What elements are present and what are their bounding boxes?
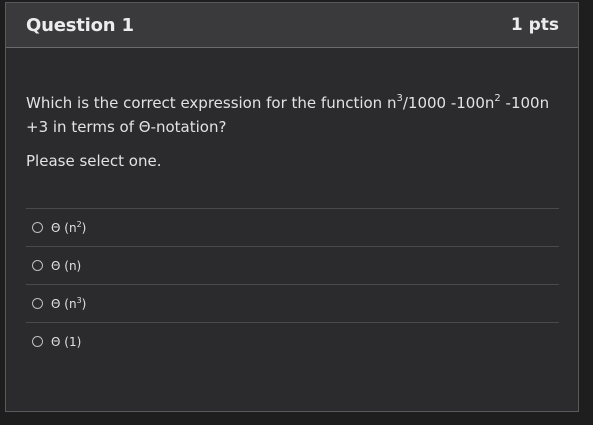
question-text: Which is the correct expression for the … [26, 91, 556, 139]
question-points: 1 pts [510, 15, 559, 35]
answer-text: (n) [60, 258, 82, 273]
answer-option[interactable]: Θ (n3) [26, 285, 559, 323]
question-text-part: /1000 -100n [402, 94, 495, 112]
question-exponent: 2 [494, 93, 501, 104]
answer-text: (n [60, 221, 77, 235]
answer-label[interactable]: Θ (n) [51, 259, 81, 273]
question-exponent: 3 [396, 93, 403, 104]
answer-text: ) [81, 297, 87, 311]
question-card: Question 1 1 pts Which is the correct ex… [5, 2, 579, 412]
answer-option[interactable]: Θ (n2) [26, 209, 559, 247]
answer-label[interactable]: Θ (n2) [51, 220, 86, 235]
answer-list: Θ (n2) Θ (n) Θ (n3) Θ (1) [26, 208, 559, 360]
radio-button[interactable] [32, 298, 43, 309]
instruction-text: Please select one. [26, 152, 162, 170]
answer-text: ) [81, 221, 87, 235]
radio-button[interactable] [32, 260, 43, 271]
answer-option[interactable]: Θ (n) [26, 247, 559, 285]
answer-label[interactable]: Θ (n3) [51, 296, 86, 311]
answer-option[interactable]: Θ (1) [26, 323, 559, 360]
answer-label[interactable]: Θ (1) [51, 335, 81, 349]
question-title: Question 1 [26, 14, 134, 36]
radio-button[interactable] [32, 336, 43, 347]
question-text-part: Which is the correct expression for the … [26, 94, 397, 112]
answer-text: (n [60, 297, 77, 311]
question-header: Question 1 1 pts [6, 3, 578, 48]
question-body: Which is the correct expression for the … [6, 91, 578, 360]
answer-text: (1) [60, 334, 82, 349]
radio-button[interactable] [32, 222, 43, 233]
